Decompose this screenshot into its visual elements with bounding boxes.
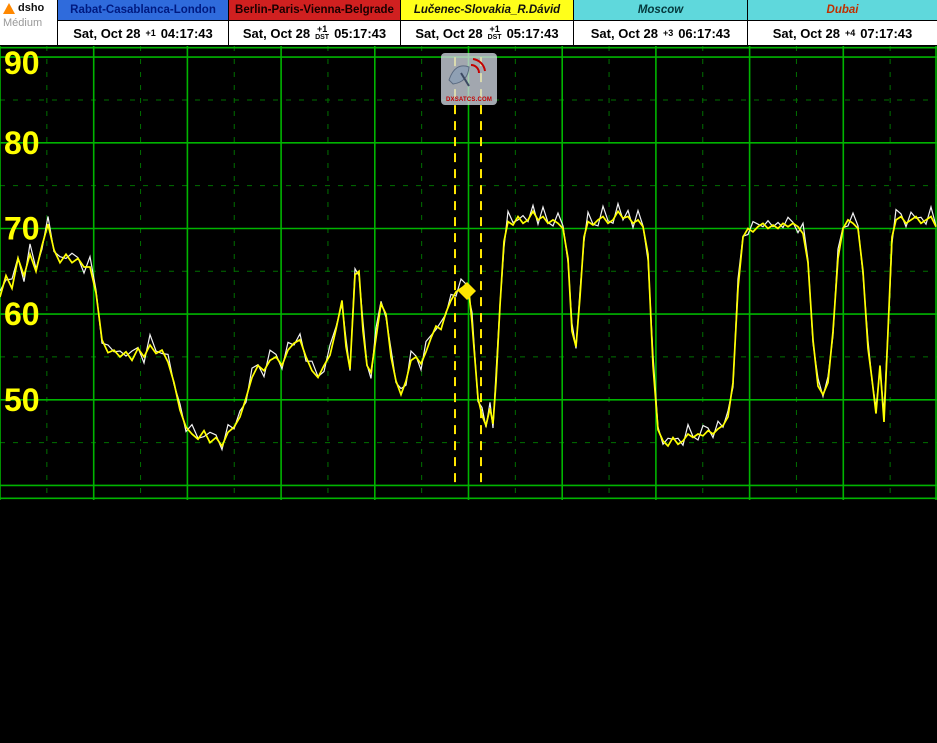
world-clock-bar: dsho Médium Rabat-Casablanca-LondonSat, …: [0, 0, 937, 46]
clock-city-label: Rabat-Casablanca-London: [58, 0, 228, 21]
app-logo-cell: dsho Médium: [0, 0, 57, 45]
clock-date: Sat, Oct 28: [243, 26, 310, 41]
clock-panel-2[interactable]: Berlin-Paris-Vienna-Belgrade Sat, Oct 28 +…: [228, 0, 400, 45]
clock-city-label: Moscow: [574, 0, 747, 21]
clock-utc-offset: +1DST: [488, 25, 502, 41]
clock-utc-offset: +3: [663, 29, 673, 38]
satellite-dish-icon: [441, 53, 937, 507]
clock-time: 04:17:43: [161, 26, 213, 41]
clock-time-row: Sat, Oct 28 +1DST 05:17:43: [229, 21, 400, 45]
clock-date: Sat, Oct 28: [591, 26, 658, 41]
clock-time: 06:17:43: [678, 26, 730, 41]
clock-time-row: Sat, Oct 28 +3 06:17:43: [574, 21, 747, 45]
clock-time-row: Sat, Oct 28 +4 07:17:43: [748, 21, 937, 45]
dxsatcs-logo: DXSATCS.COM: [441, 53, 497, 105]
app-label: dsho: [18, 2, 44, 14]
clock-panel-3[interactable]: Lučenec-Slovakia_R.Dávid Sat, Oct 28 +1DST…: [400, 0, 573, 45]
clock-city-label: Berlin-Paris-Vienna-Belgrade: [229, 0, 400, 21]
spectrum-display[interactable]: 90 80 70 60 50 DXSATCS.COM: [0, 46, 937, 500]
clock-city-label: Dubai: [748, 0, 937, 21]
clock-time-row: Sat, Oct 28 +1DST 05:17:43: [401, 21, 573, 45]
clock-utc-offset: +4: [845, 29, 855, 38]
clock-panel-5[interactable]: Dubai Sat, Oct 28 +4 07:17:43: [747, 0, 937, 45]
clock-time: 07:17:43: [860, 26, 912, 41]
app-subtitle: Médium: [3, 17, 54, 29]
y-axis-label: 80: [4, 125, 40, 161]
y-axis-label: 70: [4, 211, 40, 247]
clock-time-row: Sat, Oct 28 +1 04:17:43: [58, 21, 228, 45]
clock-date: Sat, Oct 28: [415, 26, 482, 41]
clock-utc-offset: +1: [145, 29, 155, 38]
clock-date: Sat, Oct 28: [73, 26, 140, 41]
clock-date: Sat, Oct 28: [773, 26, 840, 41]
satellite-meter-screen: dsho Médium Rabat-Casablanca-LondonSat, …: [0, 0, 937, 743]
clock-panel-4[interactable]: Moscow Sat, Oct 28 +3 06:17:43: [573, 0, 747, 45]
clock-panel-1[interactable]: Rabat-Casablanca-London Sat, Oct 28 +1 04:1…: [57, 0, 228, 45]
clock-time: 05:17:43: [507, 26, 559, 41]
y-axis-label: 90: [4, 46, 40, 81]
clock-city-label: Lučenec-Slovakia_R.Dávid: [401, 0, 573, 21]
clock-panels: Rabat-Casablanca-London Sat, Oct 28 +1 04:1…: [57, 0, 937, 45]
vlc-cone-icon: [3, 3, 15, 14]
y-axis-label: 60: [4, 296, 40, 332]
y-axis-label: 50: [4, 382, 40, 418]
clock-utc-offset: +1DST: [315, 25, 329, 41]
measurement-panel: ✔ Pwr 66.7 dBµV 11188.4 MHz. ✔ C/N 13.7 …: [0, 500, 937, 743]
clock-time: 05:17:43: [334, 26, 386, 41]
